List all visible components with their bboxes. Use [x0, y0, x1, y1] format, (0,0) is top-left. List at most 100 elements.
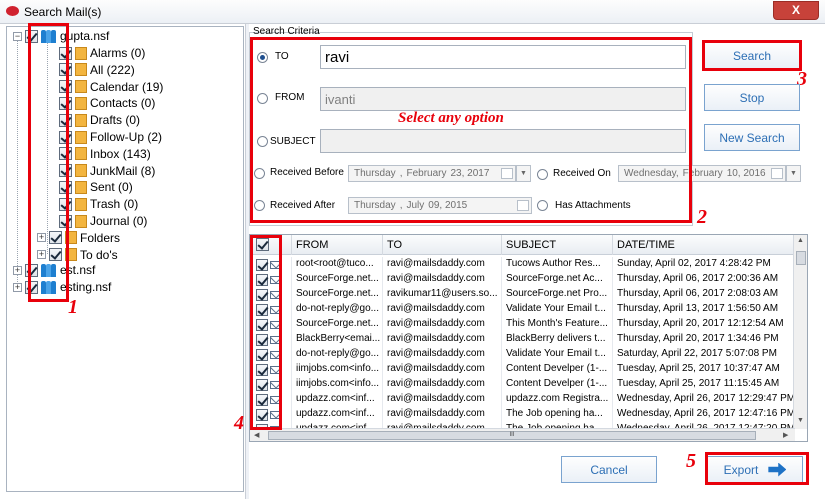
- close-button[interactable]: X: [773, 1, 819, 20]
- scroll-up-icon[interactable]: ▲: [797, 237, 804, 244]
- cell-datetime: Thursday, April 20, 2017 12:12:54 AM: [617, 318, 784, 329]
- cell-to: ravi@mailsdaddy.com: [383, 332, 502, 347]
- folder-icon: [75, 130, 87, 144]
- annotation-number-4: 4: [234, 412, 244, 434]
- cell-subject: Validate Your Email t...: [502, 302, 613, 317]
- folder-label: Trash (0): [90, 197, 139, 212]
- horizontal-scrollbar[interactable]: ◀ III ▶: [250, 428, 795, 441]
- table-row[interactable]: updazz.com<inf...ravi@mailsdaddy.comThe …: [250, 407, 794, 422]
- cell-subject: Validate Your Email t...: [502, 347, 613, 362]
- collapse-icon[interactable]: −: [13, 31, 22, 41]
- folder-icon: [75, 96, 87, 110]
- folder-label: Journal (0): [90, 214, 148, 228]
- table-row[interactable]: SourceForge.net... ravi@mailsdaddy.com Sou…: [250, 272, 794, 287]
- expand-icon[interactable]: +: [13, 282, 22, 292]
- cell-from: updazz.com<inf...: [292, 407, 383, 422]
- table-row[interactable]: do-not-reply@go... ravi@mailsdaddy.com Val…: [250, 302, 794, 317]
- cell-to: ravi@mailsdaddy.com: [383, 257, 502, 272]
- table-row[interactable]: do-not-reply@go... ravi@mailsdaddy.com Val…: [250, 347, 794, 362]
- folder-label: Calendar (19): [90, 79, 164, 94]
- stop-button[interactable]: Stop: [704, 84, 800, 111]
- cell-subject: updazz.com Registra...: [502, 392, 613, 407]
- results-grid: FROM TO SUBJECT DATE/TIME root<root@tuco…: [249, 234, 808, 442]
- cell-to: ravi@mailsdaddy.com: [383, 302, 502, 317]
- column-subject[interactable]: SUBJECT: [502, 235, 613, 255]
- table-row[interactable]: updazz.com<inf... ravi@mailsdaddy.com upda…: [250, 392, 794, 407]
- cell-to: ravi@mailsdaddy.com: [383, 317, 502, 332]
- annotation-box-1: [28, 23, 69, 302]
- folder-icon: [75, 80, 87, 94]
- folder-label: JunkMail (8): [90, 163, 156, 178]
- folder-icon: [75, 63, 87, 77]
- date-value: 10, 2016: [726, 168, 766, 179]
- cell-subject: This Month's Feature...: [502, 317, 613, 332]
- date-spinner[interactable]: [771, 168, 783, 179]
- annotation-box-5: [705, 452, 809, 485]
- cell-from: SourceForge.net...: [292, 272, 383, 287]
- column-to[interactable]: TO: [383, 235, 502, 255]
- app-icon: [6, 6, 19, 16]
- cell-subject: SourceForge.net Pro...: [502, 287, 613, 302]
- search-criteria-label: Search Criteria: [253, 26, 320, 37]
- cell-datetime: Thursday, April 13, 2017 1:56:50 AM: [617, 303, 779, 314]
- table-row[interactable]: iimjobs.com<info... ravi@mailsdaddy.com Co…: [250, 377, 794, 392]
- folder-icon: [75, 197, 87, 211]
- folder-icon: [75, 46, 87, 60]
- cell-from: iimjobs.com<info...: [292, 362, 383, 377]
- table-row[interactable]: SourceForge.net... ravikumar11@users.so..…: [250, 287, 794, 302]
- cell-to: ravi@mailsdaddy.com: [383, 362, 502, 377]
- folder-icon: [75, 164, 87, 178]
- cell-datetime: Wednesday, April 26, 2017 12:47:16 PM: [617, 408, 794, 419]
- cell-from: do-not-reply@go...: [292, 347, 383, 362]
- folder-icon: [75, 214, 87, 228]
- scroll-left-icon[interactable]: ◀: [254, 431, 259, 439]
- tree-line: [17, 40, 18, 288]
- cell-subject: Content Develper (1-...: [502, 377, 613, 392]
- cell-datetime: Thursday, April 06, 2017 2:08:03 AM: [617, 288, 779, 299]
- table-row[interactable]: root<root@tuco... ravi@mailsdaddy.com Tuco…: [250, 257, 794, 272]
- cell-to: ravikumar11@users.so...: [383, 287, 502, 302]
- cell-from: do-not-reply@go...: [292, 302, 383, 317]
- cell-subject: The Job opening ha...: [502, 407, 613, 422]
- expand-icon[interactable]: +: [13, 265, 22, 275]
- title-bar: [0, 0, 825, 24]
- folder-label: Folders: [80, 230, 121, 245]
- cell-from: iimjobs.com<info...: [292, 377, 383, 392]
- scroll-right-icon[interactable]: ▶: [783, 431, 788, 439]
- folder-label: Sent (0): [90, 180, 133, 195]
- horizontal-scroll-thumb[interactable]: III: [268, 431, 756, 440]
- cell-to: ravi@mailsdaddy.com: [383, 272, 502, 287]
- cell-from: SourceForge.net...: [292, 287, 383, 302]
- annotation-box-4: [250, 235, 282, 430]
- vertical-scroll-thumb[interactable]: [796, 251, 806, 265]
- annotation-number-1: 1: [68, 296, 78, 318]
- scroll-down-icon[interactable]: ▼: [797, 417, 804, 424]
- cancel-button[interactable]: Cancel: [561, 456, 657, 483]
- cell-from: BlackBerry<emai...: [292, 332, 383, 347]
- vertical-scrollbar[interactable]: ▲ ▼: [793, 235, 807, 429]
- cell-datetime: Thursday, April 20, 2017 1:34:46 PM: [617, 333, 779, 344]
- cell-datetime: Wednesday, April 26, 2017 12:29:47 PM: [617, 393, 794, 404]
- cell-subject: BlackBerry delivers t...: [502, 332, 613, 347]
- annotation-box-2: [250, 37, 692, 223]
- annotation-number-5: 5: [686, 450, 696, 472]
- table-row[interactable]: SourceForge.net... ravi@mailsdaddy.com Thi…: [250, 317, 794, 332]
- folder-icon: [75, 147, 87, 161]
- folder-label: Drafts (0): [90, 113, 141, 128]
- cell-to: ravi@mailsdaddy.com: [383, 347, 502, 362]
- annotation-number-2: 2: [697, 206, 707, 228]
- cell-datetime: Saturday, April 22, 2017 5:07:08 PM: [617, 348, 777, 359]
- folder-icon: [75, 180, 87, 194]
- folder-label: To do's: [80, 247, 118, 262]
- chevron-down-icon[interactable]: ▼: [786, 165, 801, 182]
- folder-label: All (222): [90, 62, 135, 77]
- cell-to: ravi@mailsdaddy.com: [383, 407, 502, 422]
- column-from[interactable]: FROM: [292, 235, 383, 255]
- cell-datetime: Thursday, April 06, 2017 2:00:36 AM: [617, 273, 779, 284]
- new-search-button[interactable]: New Search: [704, 124, 800, 151]
- table-row[interactable]: iimjobs.com<info... ravi@mailsdaddy.com Co…: [250, 362, 794, 377]
- cell-datetime: Sunday, April 02, 2017 4:28:42 PM: [617, 258, 771, 269]
- cell-to: ravi@mailsdaddy.com: [383, 377, 502, 392]
- table-row[interactable]: BlackBerry<emai... ravi@mailsdaddy.com Bla…: [250, 332, 794, 347]
- column-datetime[interactable]: DATE/TIME: [613, 235, 794, 255]
